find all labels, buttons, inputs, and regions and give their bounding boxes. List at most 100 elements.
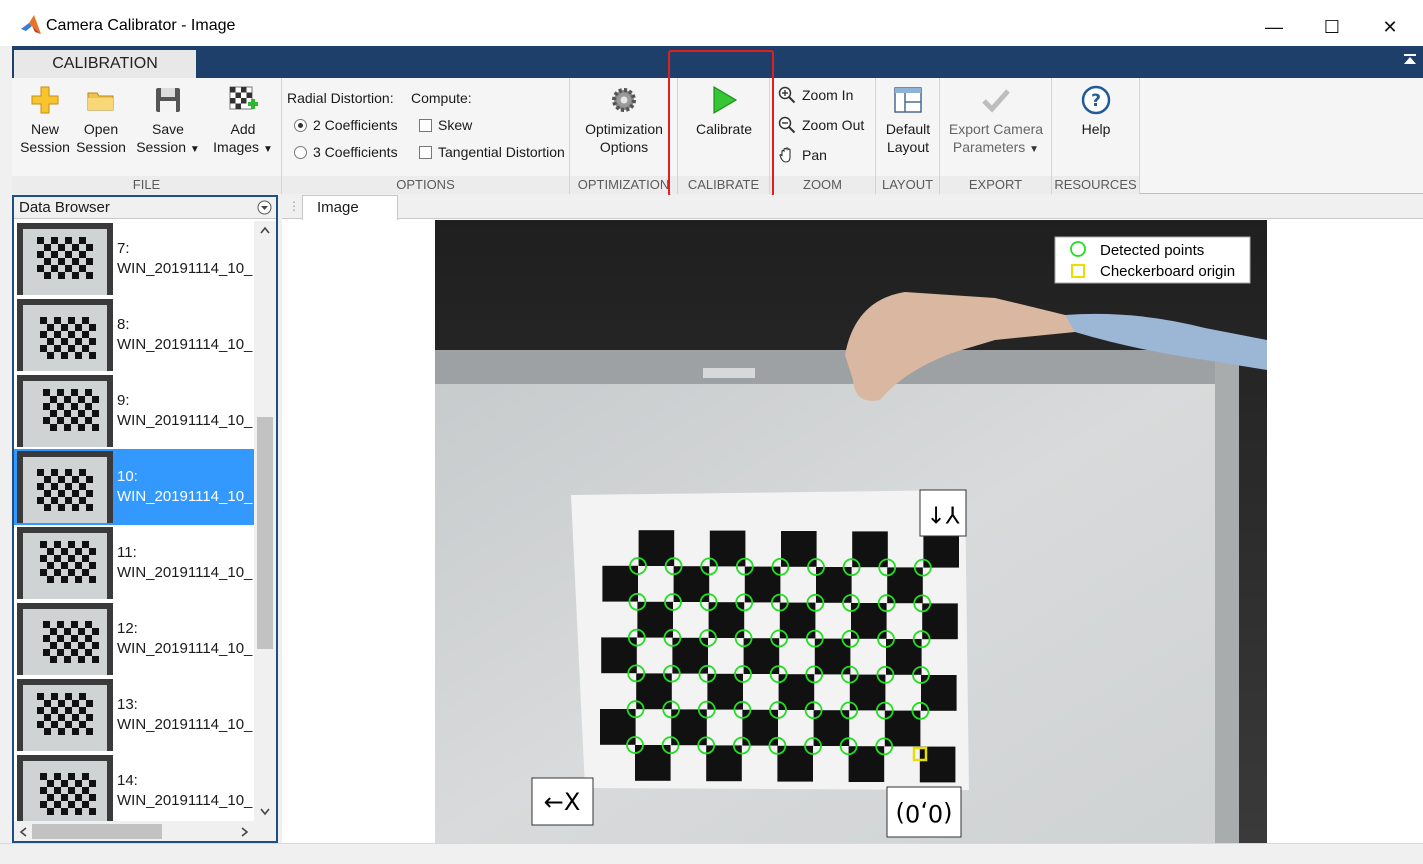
image-panel: ⋮ Image Detected points Checkerboard ori…	[282, 195, 1423, 843]
list-item-text: 12: WIN_20191114_10_	[117, 619, 252, 659]
image-list[interactable]: 7: WIN_20191114_10_ 8: WIN_20191114_10_ 9: WI…	[14, 221, 254, 821]
new-session-icon	[31, 86, 59, 114]
svg-text:?: ?	[1091, 91, 1101, 111]
add-images-button[interactable]: Add Images ▼	[210, 84, 276, 159]
scroll-right-icon[interactable]	[240, 826, 250, 838]
radio-selected-icon	[294, 118, 307, 132]
list-item[interactable]: 11: WIN_20191114_10_	[14, 525, 254, 601]
open-session-label-2: Session	[76, 139, 126, 155]
help-button[interactable]: ? Help	[1052, 84, 1140, 138]
tab-image[interactable]: Image	[302, 195, 398, 220]
image-thumbnail	[17, 223, 113, 295]
checkmark-icon	[982, 89, 1010, 113]
export-camera-parameters-button[interactable]: Export Camera Parameters ▼	[940, 84, 1052, 159]
list-item-index: 13:	[117, 696, 138, 713]
calibration-image[interactable]: Detected points Checkerboard origin ←X Y…	[435, 220, 1267, 843]
data-browser-header: Data Browser	[14, 197, 276, 219]
horizontal-scrollbar[interactable]	[14, 821, 276, 841]
list-item-filename: WIN_20191114_10_	[117, 488, 253, 505]
list-item[interactable]: 13: WIN_20191114_10_	[14, 677, 254, 753]
list-item-index: 8:	[117, 316, 130, 333]
maximize-button[interactable]: ☐	[1304, 8, 1360, 46]
zoom-out-button[interactable]: Zoom Out	[778, 116, 864, 134]
optimization-section-label: OPTIMIZATION	[570, 176, 677, 194]
list-item[interactable]: 14: WIN_20191114_10_	[14, 753, 254, 821]
list-item-index: 9:	[117, 392, 130, 409]
tangential-distortion-checkbox[interactable]: Tangential Distortion	[419, 144, 565, 160]
panel-menu-icon[interactable]	[257, 200, 272, 215]
list-item[interactable]: 7: WIN_20191114_10_	[14, 221, 254, 297]
pan-label: Pan	[802, 147, 827, 163]
resources-section-label: RESOURCES	[1052, 176, 1139, 194]
new-session-button[interactable]: New Session	[18, 84, 72, 156]
export-label-1: Export Camera	[948, 121, 1044, 137]
list-item[interactable]: 8: WIN_20191114_10_	[14, 297, 254, 373]
data-browser-title: Data Browser	[19, 199, 110, 216]
scroll-down-icon[interactable]	[259, 807, 271, 817]
export-label-2: Parameters ▼	[952, 139, 1040, 155]
data-browser-panel: Data Browser 7: WIN_20191114_10_ 8: WIN_201…	[12, 195, 278, 843]
add-images-label-2: Images ▼	[213, 139, 273, 155]
layout-section: Default Layout LAYOUT	[876, 78, 940, 194]
list-item[interactable]: 10: WIN_20191114_10_	[14, 449, 254, 525]
dropdown-arrow-icon: ▼	[262, 144, 273, 155]
collapse-ribbon-icon[interactable]	[1403, 53, 1417, 67]
list-item-filename: WIN_20191114_10_	[117, 792, 253, 809]
add-images-label-1: Add	[230, 121, 256, 137]
file-section-label: FILE	[12, 176, 281, 194]
list-item-filename: WIN_20191114_10_	[117, 412, 253, 429]
scroll-left-icon[interactable]	[18, 826, 28, 838]
list-item-text: 7: WIN_20191114_10_	[117, 239, 252, 279]
tangential-distortion-label: Tangential Distortion	[438, 144, 565, 160]
horizontal-scroll-thumb[interactable]	[32, 824, 162, 839]
legend-origin-text: Checkerboard origin	[1100, 263, 1235, 280]
pan-button[interactable]: Pan	[778, 146, 827, 164]
minimize-button[interactable]: —	[1246, 8, 1302, 46]
radial-distortion-label: Radial Distortion:	[287, 90, 394, 106]
zoom-in-button[interactable]: Zoom In	[778, 86, 853, 104]
vertical-scroll-thumb[interactable]	[257, 417, 273, 649]
export-section: Export Camera Parameters ▼ EXPORT	[940, 78, 1052, 194]
hand-pan-icon	[779, 147, 791, 163]
vertical-scrollbar[interactable]	[254, 221, 276, 821]
list-item-text: 13: WIN_20191114_10_	[117, 695, 252, 735]
list-item[interactable]: 12: WIN_20191114_10_	[14, 601, 254, 677]
dropdown-arrow-icon: ▼	[1029, 144, 1040, 155]
list-item-filename: WIN_20191114_10_	[117, 640, 253, 657]
camera-calibrator-window: Camera Calibrator - Image — ☐ ✕ CALIBRAT…	[0, 0, 1423, 864]
radio-unselected-icon	[294, 145, 307, 159]
list-item[interactable]: 9: WIN_20191114_10_	[14, 373, 254, 449]
list-item-text: 9: WIN_20191114_10_	[117, 391, 252, 431]
list-item-filename: WIN_20191114_10_	[117, 260, 253, 277]
radio-3-coefficients[interactable]: 3 Coefficients	[294, 144, 398, 160]
status-bar	[0, 843, 1423, 864]
options-section: Radial Distortion: Compute: 2 Coefficien…	[282, 78, 570, 194]
dropdown-arrow-icon: ▼	[189, 144, 200, 155]
x-axis-label-box: ←X	[531, 777, 594, 826]
radio-2-coefficients[interactable]: 2 Coefficients	[294, 117, 398, 133]
default-layout-button[interactable]: Default Layout	[876, 84, 940, 156]
list-item-index: 10:	[117, 468, 138, 485]
list-item-filename: WIN_20191114_10_	[117, 716, 253, 733]
image-tab-strip: ⋮ Image	[282, 195, 1423, 220]
legend-detected-text: Detected points	[1100, 242, 1204, 259]
optimization-options-button[interactable]: Optimization Options	[570, 84, 678, 156]
scroll-up-icon[interactable]	[259, 225, 271, 235]
options-section-label: OPTIONS	[282, 176, 569, 194]
image-thumbnail	[17, 679, 113, 751]
list-item-text: 11: WIN_20191114_10_	[117, 543, 252, 583]
default-layout-label-1: Default	[885, 121, 931, 137]
list-item-text: 14: WIN_20191114_10_	[117, 771, 252, 811]
legend-box: Detected points Checkerboard origin	[1054, 236, 1251, 284]
list-item-filename: WIN_20191114_10_	[117, 564, 253, 581]
radio-3-coefficients-label: 3 Coefficients	[313, 144, 398, 160]
calibrate-highlight-box	[668, 50, 774, 197]
open-session-button[interactable]: Open Session	[74, 84, 128, 156]
save-session-button[interactable]: Save Session ▼	[136, 84, 200, 159]
image-thumbnail	[17, 451, 113, 523]
close-button[interactable]: ✕	[1362, 8, 1418, 46]
title-bar: Camera Calibrator - Image — ☐ ✕	[0, 0, 1423, 46]
tab-calibration[interactable]: CALIBRATION	[14, 50, 196, 78]
skew-checkbox[interactable]: Skew	[419, 117, 472, 133]
default-layout-label-2: Layout	[886, 139, 930, 155]
